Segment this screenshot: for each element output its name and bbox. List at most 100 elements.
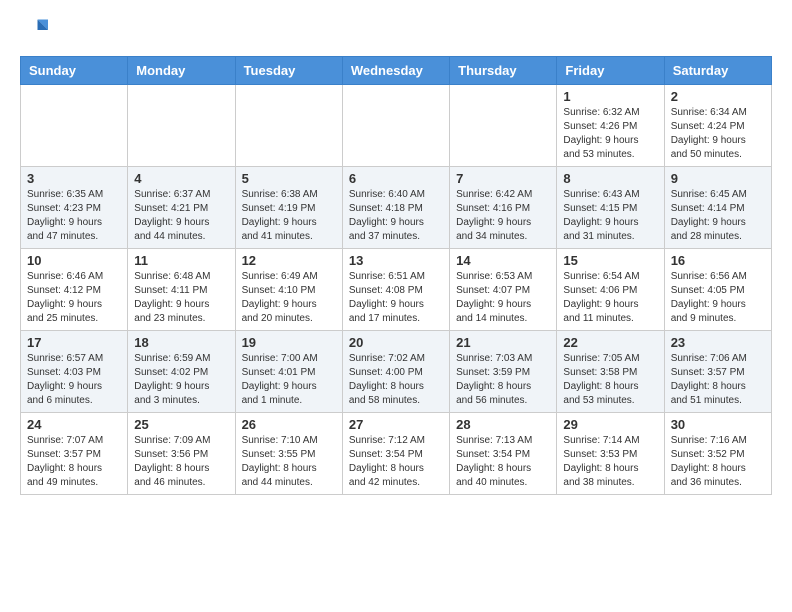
day-info: Sunrise: 6:43 AM Sunset: 4:15 PM Dayligh… — [563, 188, 657, 244]
logo — [20, 16, 52, 44]
calendar-week-1: 1 Sunrise: 6:32 AM Sunset: 4:26 PM Daylig… — [21, 85, 772, 167]
day-info: Sunrise: 6:59 AM Sunset: 4:02 PM Dayligh… — [134, 352, 228, 408]
day-info: Sunrise: 6:49 AM Sunset: 4:10 PM Dayligh… — [242, 270, 336, 326]
col-header-saturday: Saturday — [664, 57, 771, 85]
day-info: Sunrise: 6:54 AM Sunset: 4:06 PM Dayligh… — [563, 270, 657, 326]
day-number: 4 — [134, 171, 228, 186]
day-number: 13 — [349, 253, 443, 268]
day-number: 30 — [671, 417, 765, 432]
day-number: 12 — [242, 253, 336, 268]
day-number: 23 — [671, 335, 765, 350]
day-info: Sunrise: 6:38 AM Sunset: 4:19 PM Dayligh… — [242, 188, 336, 244]
calendar-cell: 15 Sunrise: 6:54 AM Sunset: 4:06 PM Dayli… — [557, 249, 664, 331]
calendar-cell: 28 Sunrise: 7:13 AM Sunset: 3:54 PM Dayli… — [450, 413, 557, 495]
calendar-cell: 21Sunrise: 7:03 AM Sunset: 3:59 PM Dayli… — [450, 331, 557, 413]
calendar-cell — [342, 85, 449, 167]
calendar-cell: 2 Sunrise: 6:34 AM Sunset: 4:24 PM Daylig… — [664, 85, 771, 167]
day-number: 16 — [671, 253, 765, 268]
calendar-cell: 26Sunrise: 7:10 AM Sunset: 3:55 PM Dayli… — [235, 413, 342, 495]
page-header — [20, 16, 772, 44]
day-number: 7 — [456, 171, 550, 186]
day-number: 5 — [242, 171, 336, 186]
calendar-cell: 14Sunrise: 6:53 AM Sunset: 4:07 PM Dayli… — [450, 249, 557, 331]
day-info: Sunrise: 7:02 AM Sunset: 4:00 PM Dayligh… — [349, 352, 443, 408]
calendar-cell: 5 Sunrise: 6:38 AM Sunset: 4:19 PM Daylig… — [235, 167, 342, 249]
calendar-cell: 7 Sunrise: 6:42 AM Sunset: 4:16 PM Daylig… — [450, 167, 557, 249]
day-info: Sunrise: 7:13 AM Sunset: 3:54 PM Dayligh… — [456, 434, 550, 490]
calendar-cell — [128, 85, 235, 167]
calendar-header-row: SundayMondayTuesdayWednesdayThursdayFrid… — [21, 57, 772, 85]
calendar-cell — [450, 85, 557, 167]
calendar-cell: 20 Sunrise: 7:02 AM Sunset: 4:00 PM Dayli… — [342, 331, 449, 413]
calendar-cell: 9Sunrise: 6:45 AM Sunset: 4:14 PM Daylig… — [664, 167, 771, 249]
day-number: 18 — [134, 335, 228, 350]
day-info: Sunrise: 7:07 AM Sunset: 3:57 PM Dayligh… — [27, 434, 121, 490]
calendar-cell: 10 Sunrise: 6:46 AM Sunset: 4:12 PM Dayli… — [21, 249, 128, 331]
day-number: 17 — [27, 335, 121, 350]
day-info: Sunrise: 6:42 AM Sunset: 4:16 PM Dayligh… — [456, 188, 550, 244]
col-header-tuesday: Tuesday — [235, 57, 342, 85]
calendar-cell: 29Sunrise: 7:14 AM Sunset: 3:53 PM Dayli… — [557, 413, 664, 495]
calendar-cell: 24 Sunrise: 7:07 AM Sunset: 3:57 PM Dayli… — [21, 413, 128, 495]
day-number: 28 — [456, 417, 550, 432]
day-info: Sunrise: 7:12 AM Sunset: 3:54 PM Dayligh… — [349, 434, 443, 490]
calendar-cell: 11 Sunrise: 6:48 AM Sunset: 4:11 PM Dayli… — [128, 249, 235, 331]
day-info: Sunrise: 7:10 AM Sunset: 3:55 PM Dayligh… — [242, 434, 336, 490]
day-number: 1 — [563, 89, 657, 104]
calendar-week-3: 10 Sunrise: 6:46 AM Sunset: 4:12 PM Dayli… — [21, 249, 772, 331]
calendar-cell: 27Sunrise: 7:12 AM Sunset: 3:54 PM Dayli… — [342, 413, 449, 495]
day-number: 25 — [134, 417, 228, 432]
calendar-cell: 30 Sunrise: 7:16 AM Sunset: 3:52 PM Dayli… — [664, 413, 771, 495]
day-info: Sunrise: 7:05 AM Sunset: 3:58 PM Dayligh… — [563, 352, 657, 408]
day-info: Sunrise: 6:32 AM Sunset: 4:26 PM Dayligh… — [563, 106, 657, 162]
calendar-cell — [235, 85, 342, 167]
col-header-friday: Friday — [557, 57, 664, 85]
calendar-cell: 1 Sunrise: 6:32 AM Sunset: 4:26 PM Daylig… — [557, 85, 664, 167]
col-header-thursday: Thursday — [450, 57, 557, 85]
day-number: 2 — [671, 89, 765, 104]
day-info: Sunrise: 6:46 AM Sunset: 4:12 PM Dayligh… — [27, 270, 121, 326]
logo-icon — [20, 16, 48, 44]
day-number: 15 — [563, 253, 657, 268]
day-number: 20 — [349, 335, 443, 350]
day-info: Sunrise: 7:16 AM Sunset: 3:52 PM Dayligh… — [671, 434, 765, 490]
day-info: Sunrise: 6:40 AM Sunset: 4:18 PM Dayligh… — [349, 188, 443, 244]
day-number: 14 — [456, 253, 550, 268]
calendar-cell: 4Sunrise: 6:37 AM Sunset: 4:21 PM Daylig… — [128, 167, 235, 249]
day-number: 10 — [27, 253, 121, 268]
col-header-monday: Monday — [128, 57, 235, 85]
col-header-sunday: Sunday — [21, 57, 128, 85]
day-number: 21 — [456, 335, 550, 350]
calendar-cell: 16 Sunrise: 6:56 AM Sunset: 4:05 PM Dayli… — [664, 249, 771, 331]
calendar-cell: 19 Sunrise: 7:00 AM Sunset: 4:01 PM Dayli… — [235, 331, 342, 413]
calendar-cell: 23Sunrise: 7:06 AM Sunset: 3:57 PM Dayli… — [664, 331, 771, 413]
calendar-cell: 22 Sunrise: 7:05 AM Sunset: 3:58 PM Dayli… — [557, 331, 664, 413]
page-container: SundayMondayTuesdayWednesdayThursdayFrid… — [0, 0, 792, 511]
day-number: 6 — [349, 171, 443, 186]
calendar-week-5: 24 Sunrise: 7:07 AM Sunset: 3:57 PM Dayli… — [21, 413, 772, 495]
day-info: Sunrise: 6:57 AM Sunset: 4:03 PM Dayligh… — [27, 352, 121, 408]
calendar-cell: 18 Sunrise: 6:59 AM Sunset: 4:02 PM Dayli… — [128, 331, 235, 413]
day-number: 24 — [27, 417, 121, 432]
calendar-week-2: 3 Sunrise: 6:35 AM Sunset: 4:23 PM Daylig… — [21, 167, 772, 249]
calendar-cell: 25 Sunrise: 7:09 AM Sunset: 3:56 PM Dayli… — [128, 413, 235, 495]
day-info: Sunrise: 7:00 AM Sunset: 4:01 PM Dayligh… — [242, 352, 336, 408]
calendar-cell — [21, 85, 128, 167]
calendar-cell: 8Sunrise: 6:43 AM Sunset: 4:15 PM Daylig… — [557, 167, 664, 249]
day-info: Sunrise: 6:48 AM Sunset: 4:11 PM Dayligh… — [134, 270, 228, 326]
calendar-cell: 17 Sunrise: 6:57 AM Sunset: 4:03 PM Dayli… — [21, 331, 128, 413]
day-number: 22 — [563, 335, 657, 350]
day-info: Sunrise: 6:35 AM Sunset: 4:23 PM Dayligh… — [27, 188, 121, 244]
day-info: Sunrise: 6:51 AM Sunset: 4:08 PM Dayligh… — [349, 270, 443, 326]
day-number: 19 — [242, 335, 336, 350]
day-info: Sunrise: 6:34 AM Sunset: 4:24 PM Dayligh… — [671, 106, 765, 162]
day-info: Sunrise: 6:56 AM Sunset: 4:05 PM Dayligh… — [671, 270, 765, 326]
calendar-table: SundayMondayTuesdayWednesdayThursdayFrid… — [20, 56, 772, 495]
calendar-week-4: 17 Sunrise: 6:57 AM Sunset: 4:03 PM Dayli… — [21, 331, 772, 413]
day-number: 9 — [671, 171, 765, 186]
day-number: 11 — [134, 253, 228, 268]
day-info: Sunrise: 7:09 AM Sunset: 3:56 PM Dayligh… — [134, 434, 228, 490]
day-number: 3 — [27, 171, 121, 186]
calendar-cell: 6 Sunrise: 6:40 AM Sunset: 4:18 PM Daylig… — [342, 167, 449, 249]
calendar-cell: 13 Sunrise: 6:51 AM Sunset: 4:08 PM Dayli… — [342, 249, 449, 331]
